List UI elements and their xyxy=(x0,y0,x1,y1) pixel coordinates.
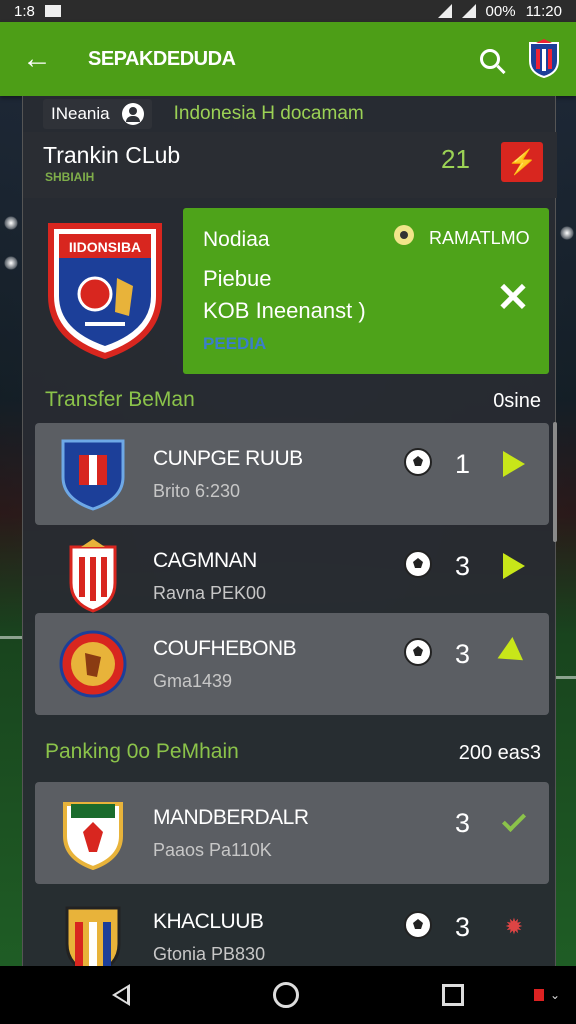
featured-crest: IIDONSIBA xyxy=(48,223,162,360)
club-name: MANDBERDALR xyxy=(153,806,309,829)
club-crest-icon[interactable] xyxy=(528,39,560,79)
club-name: CAGMNAN xyxy=(153,549,257,572)
flag-icon xyxy=(533,989,544,1001)
back-button[interactable]: ← xyxy=(16,38,58,80)
status-time: 11:20 xyxy=(525,2,562,20)
club-detail: Brito 6:230 xyxy=(153,481,241,501)
section-right-label: 0sine xyxy=(493,390,541,412)
notice-right-label: RAMATLMO xyxy=(429,228,530,248)
notice-footer: PEEDIA xyxy=(203,334,267,353)
floodlight xyxy=(4,216,18,230)
club-crest-icon xyxy=(69,539,117,613)
status-bar: 1:8 00% 11:20 xyxy=(0,0,576,22)
arrow-right-icon xyxy=(503,553,525,579)
signal-icon xyxy=(461,4,476,18)
battery-percent: 00% xyxy=(485,2,516,20)
arrow-left-icon: ← xyxy=(22,42,52,75)
main-panel: INeania Indonesia H docamam Trankin CLub… xyxy=(22,96,557,974)
section-title: Transfer BeMan xyxy=(45,388,195,411)
club-crest-icon xyxy=(65,906,121,974)
section-header-transfer: Transfer BeMan 0sine xyxy=(23,384,557,418)
badge-button[interactable]: ✹ xyxy=(495,910,533,944)
club-detail: Paaos Pa110K xyxy=(153,840,272,860)
arrow-right-button[interactable] xyxy=(495,447,533,481)
pitch-line xyxy=(0,636,22,639)
chevron-down-button[interactable] xyxy=(495,637,533,671)
nav-home-icon[interactable] xyxy=(272,982,299,1008)
image-notification-icon xyxy=(44,5,61,17)
football-icon xyxy=(404,448,432,476)
country-chip[interactable]: INeania xyxy=(43,99,152,129)
notice-card[interactable]: Nodiaa RAMATLMO Piebue KOB Ineenanst ) P… xyxy=(183,208,549,374)
scrollbar[interactable] xyxy=(553,422,557,542)
football-icon xyxy=(404,638,432,666)
list-item[interactable]: MANDBERDALR Paaos Pa110K 3 xyxy=(35,782,549,884)
check-button[interactable] xyxy=(495,806,533,840)
list-item[interactable]: COUFHEBONB Gma1439 3 xyxy=(35,613,549,715)
close-icon[interactable]: ✕ xyxy=(493,278,533,318)
section-right-label: 200 eas3 xyxy=(458,742,541,764)
search-button[interactable] xyxy=(470,39,510,79)
football-icon xyxy=(394,225,414,245)
league-row: INeania Indonesia H docamam xyxy=(23,96,557,132)
nav-back-icon[interactable] xyxy=(111,984,130,1006)
row-value: 1 xyxy=(455,449,471,479)
arrow-right-icon xyxy=(503,451,525,477)
search-icon xyxy=(480,49,500,69)
club-name: CUNPGE RUUB xyxy=(153,447,303,470)
chip-label: INeania xyxy=(51,104,110,123)
league-title: Indonesia H docamam xyxy=(173,103,364,124)
row-value: 3 xyxy=(455,639,471,669)
row-value: 3 xyxy=(455,551,471,581)
user-icon xyxy=(121,103,144,125)
club-crest-icon xyxy=(63,802,123,870)
club-score: 21 xyxy=(441,144,470,174)
section-header-ranking: Panking 0o PeMhain 200 eas3 xyxy=(23,736,557,770)
football-icon xyxy=(404,911,432,939)
status-left-text: 1:8 xyxy=(14,2,35,20)
lightning-button[interactable]: ⚡ xyxy=(501,142,543,182)
notice-title: Nodiaa xyxy=(203,228,270,251)
floodlight xyxy=(560,226,574,240)
nav-extra-indicator[interactable]: ⌄ xyxy=(533,988,560,1002)
row-value: 3 xyxy=(455,808,471,838)
nav-recent-icon[interactable] xyxy=(442,984,465,1006)
lightning-icon: ⚡ xyxy=(507,148,537,176)
pitch-line xyxy=(556,676,576,679)
list-item[interactable]: CAGMNAN Ravna PEK00 3 xyxy=(35,525,549,627)
notice-line-1: Piebue xyxy=(203,266,272,291)
club-subtitle: SHBIAIH xyxy=(45,170,95,184)
club-detail: Ravna PEK00 xyxy=(153,583,267,603)
wifi-icon xyxy=(437,4,452,18)
club-header: Trankin CLub SHBIAIH 21 ⚡ xyxy=(23,132,557,198)
club-detail: Gma1439 xyxy=(153,671,233,691)
floodlight xyxy=(4,256,18,270)
badge-icon: ✹ xyxy=(504,914,524,939)
chevron-down-icon: ⌄ xyxy=(549,988,560,1002)
football-icon xyxy=(404,550,432,578)
arrow-right-button[interactable] xyxy=(495,549,533,583)
chevron-down-icon xyxy=(497,637,531,671)
row-value: 3 xyxy=(455,912,471,942)
app-title: SEPAKDEDUDA xyxy=(88,47,236,70)
club-detail: Gtonia PB830 xyxy=(153,944,266,964)
app-bar: ← SEPAKDEDUDA xyxy=(0,22,576,96)
club-name: COUFHEBONB xyxy=(153,637,297,660)
list-item[interactable]: CUNPGE RUUB Brito 6:230 1 xyxy=(35,423,549,525)
section-title: Panking 0o PeMhain xyxy=(45,740,239,763)
crest-text: IIDONSIBA xyxy=(69,239,141,255)
list-item[interactable]: KHACLUUB Gtonia PB830 3 ✹ xyxy=(35,886,549,974)
system-nav-bar: ⌄ xyxy=(0,966,576,1024)
club-name: Trankin CLub xyxy=(43,142,181,168)
club-crest-icon xyxy=(61,439,125,511)
club-name: KHACLUUB xyxy=(153,910,264,933)
check-icon xyxy=(501,807,527,833)
notice-line-2: KOB Ineenanst ) xyxy=(203,298,366,323)
club-crest-icon xyxy=(59,630,127,698)
